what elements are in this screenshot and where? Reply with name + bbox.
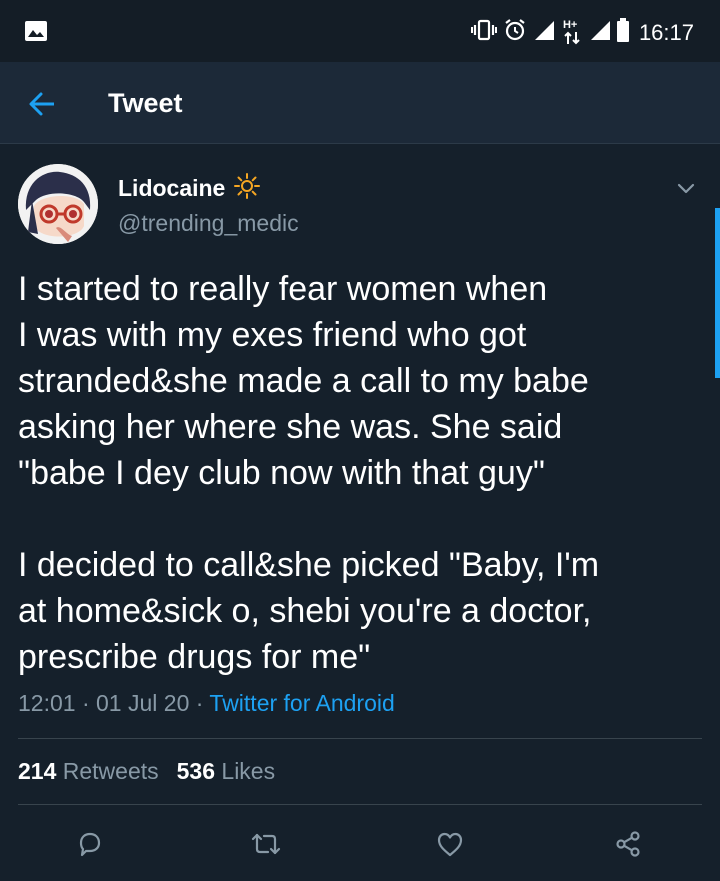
status-bar: H+ 16:17: [0, 0, 720, 62]
signal-icon: [589, 19, 611, 46]
tweet-date: 01 Jul 20: [96, 690, 190, 716]
alarm-icon: [503, 18, 527, 47]
tweet-stats: 214 Retweets 536 Likes: [18, 758, 275, 785]
app-bar: Tweet: [0, 62, 720, 144]
scrollbar[interactable]: [715, 208, 720, 378]
likes-label: Likes: [221, 758, 276, 784]
arrow-left-icon[interactable]: [24, 86, 60, 122]
divider: [18, 804, 702, 805]
data-arrows-icon: H+: [561, 19, 583, 45]
tweet-metadata: 12:01 · 01 Jul 20 · Twitter for Android: [18, 690, 395, 717]
tweet-text: I started to really fear women when I wa…: [18, 270, 600, 676]
clock: 16:17: [638, 19, 694, 45]
signal-icon: [533, 19, 555, 46]
divider: [18, 738, 702, 739]
separator: ·: [81, 690, 90, 716]
user-handle[interactable]: @trending_medic: [118, 210, 299, 237]
like-icon[interactable]: [426, 820, 474, 868]
battery-icon: [616, 18, 629, 47]
page-title: Tweet: [108, 88, 183, 118]
chevron-down-icon[interactable]: [674, 176, 698, 200]
retweets-label: Retweets: [62, 758, 159, 784]
retweets-count: 214: [18, 758, 57, 784]
likes-stat[interactable]: 536 Likes: [177, 758, 275, 785]
display-name[interactable]: Lidocaine: [118, 175, 225, 202]
reply-icon[interactable]: [66, 820, 114, 868]
vibrate-icon: [470, 18, 497, 47]
retweet-icon[interactable]: [242, 820, 290, 868]
tweet-time: 12:01: [18, 690, 76, 716]
avatar[interactable]: [18, 164, 98, 244]
tweet-detail: Lidocaine @trending_medic I started to r…: [0, 144, 720, 881]
tweet-source-link[interactable]: Twitter for Android: [209, 690, 394, 716]
likes-count: 536: [176, 758, 216, 784]
image-icon: [24, 20, 48, 47]
share-icon[interactable]: [604, 820, 652, 868]
sun-icon: [233, 172, 261, 205]
separator: ·: [195, 690, 204, 716]
tweet-actions: [0, 820, 720, 868]
retweets-stat[interactable]: 214 Retweets: [18, 758, 159, 785]
